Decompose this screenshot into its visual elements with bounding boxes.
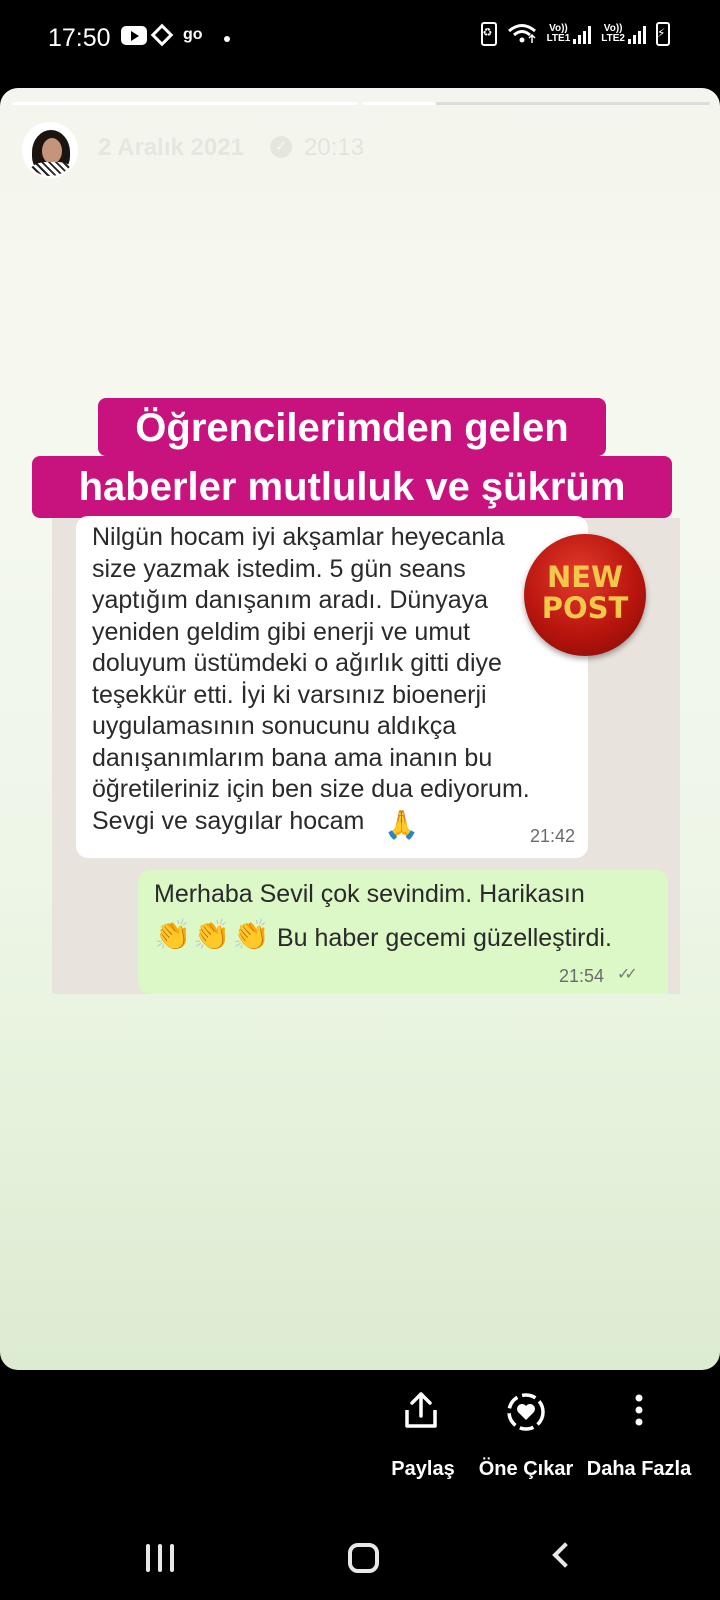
story-progress-segment — [362, 102, 710, 105]
highlight-label: Öne Çıkar — [478, 1458, 574, 1480]
more-notifications-dot-icon — [224, 36, 230, 42]
recent-apps-icon[interactable] — [146, 1544, 176, 1572]
headline-line-2: haberler mutluluk ve şükrüm — [78, 465, 626, 509]
sim1-signal: Vo)) LTE1 — [547, 24, 592, 44]
status-right-icons: Vo)) LTE1 Vo)) LTE2 — [480, 22, 670, 46]
pray-emoji: 🙏 — [384, 809, 419, 840]
verified-icon — [270, 136, 292, 158]
new-post-badge-text: NEW POST — [541, 560, 629, 625]
share-icon — [405, 1392, 437, 1428]
incoming-message-time: 21:42 — [530, 826, 576, 846]
highlight-button[interactable]: Öne Çıkar — [476, 1380, 576, 1490]
more-button[interactable]: Daha Fazla — [584, 1380, 694, 1490]
wifi-icon — [507, 24, 536, 43]
more-label: Daha Fazla — [586, 1458, 692, 1480]
status-bar: 17:50 go Vo)) LTE1 Vo)) LTE2 — [0, 0, 720, 80]
outgoing-message-line-2: Bu haber gecemi güzelleştirdi. — [277, 924, 612, 952]
story-progress-segment — [12, 102, 358, 105]
share-button[interactable]: Paylaş — [380, 1380, 466, 1490]
sim1-label: Vo)) LTE1 — [546, 23, 571, 44]
back-icon[interactable] — [552, 1542, 578, 1568]
clap-emoji: 👏👏👏 — [154, 919, 273, 952]
share-label: Paylaş — [391, 1458, 455, 1480]
story-date: 2 Aralık 2021 — [98, 134, 244, 161]
headline-line-1: Öğrencilerimden gelen — [135, 406, 569, 450]
signal-bars-icon — [628, 26, 646, 44]
incoming-message-text: Nilgün hocam iyi akşamlar heyecanla size… — [92, 523, 530, 835]
read-ticks-icon: ✓✓ — [617, 966, 638, 983]
highlight-heart-icon — [507, 1393, 545, 1431]
outgoing-message-time: 21:54 — [559, 966, 605, 986]
youtube-icon — [121, 26, 147, 45]
signal-bars-icon — [573, 26, 592, 44]
battery-saver-icon — [480, 22, 497, 46]
sim2-label: Vo)) LTE2 — [601, 23, 625, 44]
outgoing-message-line-1: Merhaba Sevil çok sevindim. Harikasın — [154, 880, 585, 908]
more-vertical-icon — [635, 1394, 643, 1426]
status-time: 17:50 — [48, 24, 111, 52]
go-icon: go — [183, 26, 203, 43]
avatar[interactable] — [22, 122, 78, 178]
binance-icon — [150, 23, 174, 47]
story-time: 20:13 — [304, 134, 365, 161]
home-icon[interactable] — [348, 1543, 379, 1573]
battery-charging-icon — [656, 22, 670, 46]
sim2-signal: Vo)) LTE2 — [601, 24, 646, 44]
